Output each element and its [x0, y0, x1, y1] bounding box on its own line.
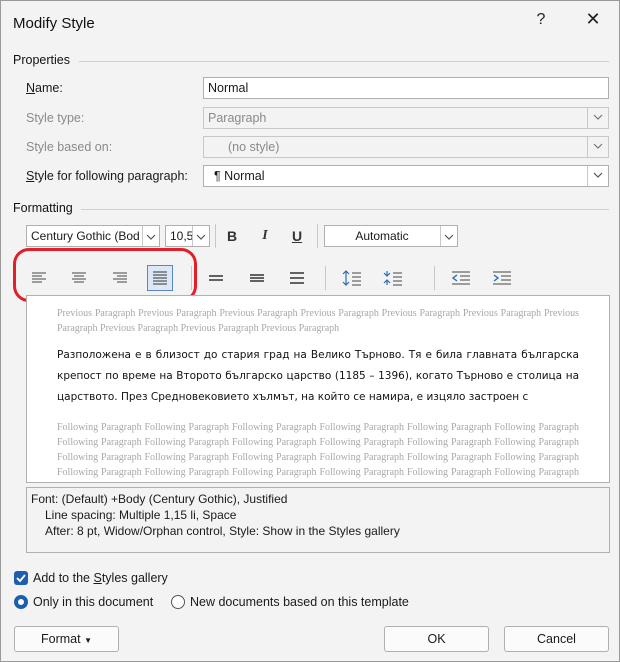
style-preview: Previous Paragraph Previous Paragraph Pr… [26, 295, 610, 483]
new-documents-radio[interactable] [171, 595, 185, 609]
underline-button[interactable]: U [285, 224, 309, 248]
chevron-down-icon [587, 137, 608, 157]
toolbar-divider [215, 224, 216, 248]
increase-paragraph-spacing-button[interactable] [340, 265, 364, 289]
close-button[interactable]: ✕ [583, 9, 603, 30]
following-paragraph-text: Following Paragraph Following Paragraph … [57, 422, 579, 478]
style-type-label: Style type: [26, 111, 85, 125]
ok-button[interactable]: OK [384, 626, 489, 652]
chevron-down-icon [587, 108, 608, 128]
font-size-select[interactable]: 10,5 [165, 225, 210, 247]
based-on-label: Style based on: [26, 140, 113, 154]
sample-paragraph-text: Разположена е в близост до стария град н… [57, 349, 579, 403]
formatting-heading: Formatting [13, 201, 73, 215]
font-color-select[interactable]: Automatic [324, 225, 458, 247]
single-spacing-icon [209, 275, 223, 281]
font-select[interactable]: Century Gothic (Bod [26, 225, 160, 247]
name-input[interactable]: Normal [203, 77, 609, 99]
new-documents-label: New documents based on this template [190, 595, 409, 609]
double-spacing-icon [290, 272, 304, 284]
properties-heading: Properties [13, 53, 70, 67]
increase-indent-button[interactable] [490, 265, 514, 289]
toolbar-divider [434, 266, 435, 290]
format-button[interactable]: Format ▼ [14, 626, 119, 652]
title-bar: Modify Style ? ✕ [1, 1, 619, 45]
decrease-indent-icon [451, 271, 470, 285]
style-type-value: Paragraph [208, 111, 267, 125]
based-on-value: (no style) [228, 140, 280, 154]
description-line-1: Font: (Default) +Body (Century Gothic), … [31, 492, 288, 506]
decrease-indent-button[interactable] [449, 265, 473, 289]
formatting-divider [81, 209, 609, 210]
dialog-title: Modify Style [13, 15, 95, 32]
following-paragraph-select[interactable]: ¶ Normal [203, 165, 609, 187]
description-line-2: Line spacing: Multiple 1,15 li, Space [45, 508, 237, 522]
font-color-value: Automatic [355, 229, 409, 243]
add-to-gallery-checkbox[interactable] [14, 571, 28, 585]
chevron-down-icon [192, 226, 209, 246]
previous-paragraph-text: Previous Paragraph Previous Paragraph Pr… [57, 308, 579, 334]
based-on-select[interactable]: (no style) [203, 136, 609, 158]
modify-style-dialog: Modify Style ? ✕ Properties Name: Normal… [0, 0, 620, 662]
bold-button[interactable]: B [220, 224, 244, 248]
increase-indent-icon [493, 271, 511, 285]
help-button[interactable]: ? [531, 11, 551, 29]
caret-down-icon: ▼ [84, 636, 92, 645]
only-this-document-radio[interactable] [14, 595, 28, 609]
alignment-highlight-annotation [13, 248, 197, 302]
font-size-value: 10,5 [170, 229, 194, 243]
chevron-down-icon [440, 226, 457, 246]
description-line-3: After: 8 pt, Widow/Orphan control, Style… [45, 524, 400, 538]
chevron-down-icon [587, 166, 608, 186]
toolbar-divider [325, 266, 326, 290]
one-half-spacing-button[interactable] [245, 266, 269, 290]
cancel-button[interactable]: Cancel [504, 626, 609, 652]
style-type-select[interactable]: Paragraph [203, 107, 609, 129]
format-button-label: Format [41, 632, 81, 646]
decrease-spacing-icon [383, 271, 402, 286]
name-label: Name: [26, 81, 63, 95]
add-to-gallery-label: Add to the Styles gallery [33, 571, 168, 585]
following-paragraph-label: Style for following paragraph: [26, 169, 188, 183]
font-value: Century Gothic (Bod [31, 229, 140, 243]
decrease-paragraph-spacing-button[interactable] [381, 265, 405, 289]
properties-divider [79, 61, 609, 62]
increase-spacing-icon [342, 270, 361, 286]
checkmark-icon [16, 574, 26, 583]
style-description: Font: (Default) +Body (Century Gothic), … [26, 487, 610, 553]
following-paragraph-value: ¶ Normal [214, 169, 265, 183]
single-spacing-button[interactable] [204, 266, 228, 290]
double-spacing-button[interactable] [285, 266, 309, 290]
italic-button[interactable]: I [253, 224, 277, 248]
one-half-spacing-icon [250, 274, 264, 282]
toolbar-divider [317, 224, 318, 248]
only-this-document-label: Only in this document [33, 595, 154, 609]
chevron-down-icon [142, 226, 159, 246]
